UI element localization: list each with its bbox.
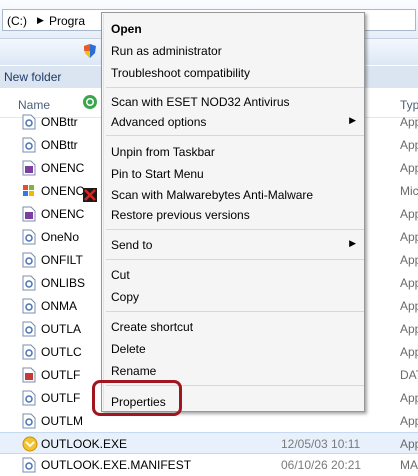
menu-separator [106,259,364,260]
file-name: ONBttr [41,138,78,152]
file-type: Mic [400,184,418,198]
submenu-arrow-icon: ▶ [349,115,356,125]
app-icon [22,275,36,291]
onenote-icon [22,160,36,176]
file-date: 06/10/26 20:21 [281,458,362,472]
menu-item-label: Send to [111,238,153,252]
menu-item-delete[interactable]: Delete [101,338,365,360]
file-row[interactable]: OUTLM App [0,410,418,432]
file-type: App [400,230,418,244]
app-icon [22,229,36,245]
app-icon [22,457,36,473]
menu-item-label: Rename [111,364,157,378]
menu-item-label: Create shortcut [111,320,194,334]
file-name: ONMA [41,299,77,313]
onenote-icon [22,206,36,222]
file-name: OUTLOOK.EXE.MANIFEST [41,458,192,472]
file-type: App [400,161,418,175]
file-name: ONLIBS [41,276,86,290]
menu-item-pin-start-menu[interactable]: Pin to Start Menu [101,163,365,185]
menu-item-label: Run as administrator [111,44,222,58]
file-type: App [400,414,418,428]
app-icon [22,114,36,130]
file-name: ONFILT [41,253,83,267]
file-name: ONENC [41,207,85,221]
menu-item-open[interactable]: Open [101,18,365,40]
app-icon [22,252,36,268]
menu-item-advanced-options[interactable]: Advanced options ▶ [101,111,365,133]
file-name: OUTLC [41,345,82,359]
app-icon [22,321,36,337]
menu-item-scan-eset[interactable]: Scan with ESET NOD32 Antivirus [83,91,365,113]
menu-item-unpin-taskbar[interactable]: Unpin from Taskbar [101,141,365,163]
eset-icon [82,94,98,110]
menu-item-send-to[interactable]: Send to ▶ [101,234,365,256]
app-icon [22,390,36,406]
new-folder-button[interactable]: New folder [4,70,61,84]
malwarebytes-icon [82,187,98,203]
menu-item-troubleshoot-compatibility[interactable]: Troubleshoot compatibility [101,62,365,84]
column-type[interactable]: Typ [400,98,418,112]
menu-item-rename[interactable]: Rename [101,360,365,382]
app-icon [22,137,36,153]
file-name: OUTLF [41,391,81,405]
file-type: App [400,276,418,290]
properties-highlight-annotation [92,380,182,416]
app-icon [22,298,36,314]
menu-item-label: Restore previous versions [111,208,250,222]
outlook-icon [22,436,38,452]
menu-item-label: Troubleshoot compatibility [111,66,250,80]
data-icon [22,367,36,383]
file-name: OUTLM [41,414,83,428]
file-type: App [400,322,418,336]
menu-item-label: Pin to Start Menu [111,167,204,181]
menu-item-create-shortcut[interactable]: Create shortcut [101,316,365,338]
file-type: App [400,138,418,152]
app-icon [22,344,36,360]
breadcrumb-arrow-icon[interactable]: ▶ [37,15,44,26]
file-name: OUTLOOK.EXE [41,437,128,451]
menu-separator [106,311,364,312]
address-drive[interactable]: (C:) [7,14,27,28]
file-type: App [400,253,418,267]
menu-item-label: Advanced options [111,115,207,129]
file-type: App [400,299,418,313]
file-type: App [400,437,418,451]
menu-separator [106,135,364,136]
menu-item-restore-previous-versions[interactable]: Restore previous versions [101,204,365,226]
file-name: OUTLF [41,368,81,382]
menu-item-label: Copy [111,290,140,304]
menu-item-scan-malwarebytes[interactable]: Scan with Malwarebytes Anti-Malware [83,184,365,206]
menu-item-label: Open [111,22,142,36]
menu-item-copy[interactable]: Copy [101,286,365,308]
file-type: DAT [400,368,418,382]
menu-item-label: Unpin from Taskbar [111,145,215,159]
address-path[interactable]: Progra [49,14,85,28]
file-row[interactable]: OUTLOOK.EXE.MANIFEST 06/10/26 20:21 MA [0,454,418,476]
file-type: App [400,345,418,359]
file-name: OUTLA [41,322,82,336]
menu-item-run-as-administrator[interactable]: Run as administrator [84,40,365,62]
menu-separator [106,229,364,230]
file-name: ONENC [41,184,85,198]
menu-item-cut[interactable]: Cut [101,264,365,286]
menu-item-label: Delete [111,342,146,356]
file-name: OneNo [41,230,80,244]
file-type: App [400,391,418,405]
menu-item-label: Cut [111,268,130,282]
file-name: ONBttr [41,115,78,129]
menu-separator [106,87,364,88]
submenu-arrow-icon: ▶ [349,238,356,248]
file-type: App [400,115,418,129]
app-icon [22,413,36,429]
menu-item-label: Scan with ESET NOD32 Antivirus [111,95,290,109]
menu-item-label: Scan with Malwarebytes Anti-Malware [111,188,314,202]
file-type: MA [400,458,418,472]
office-icon [22,183,36,199]
column-name[interactable]: Name [18,98,50,112]
file-date: 12/05/03 10:11 [281,437,361,451]
file-type: App [400,207,418,221]
uac-shield-icon [82,43,98,59]
file-name: ONENC [41,161,85,175]
